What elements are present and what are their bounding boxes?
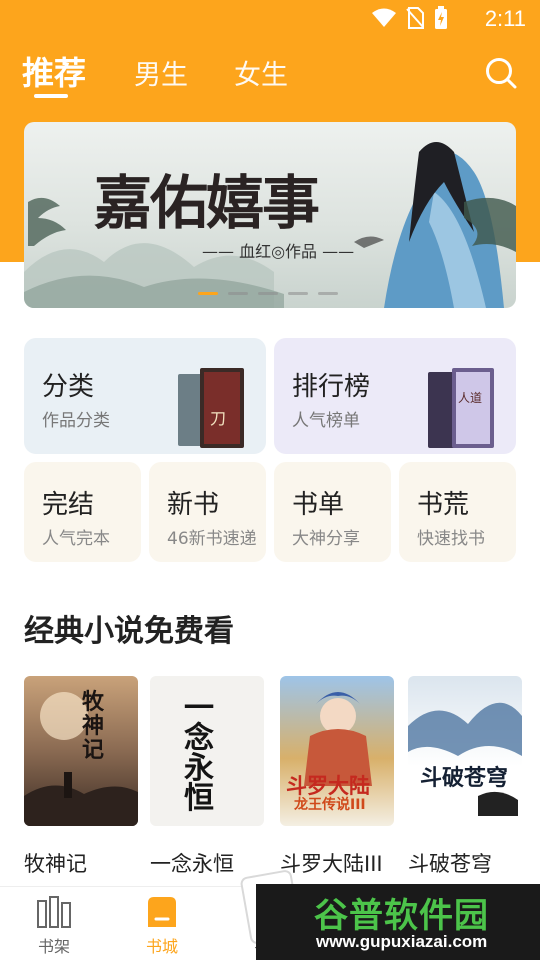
category-card[interactable]: 分类 作品分类 刀 <box>24 338 266 454</box>
completed-card[interactable]: 完结 人气完本 <box>24 462 141 562</box>
book-item[interactable]: 斗破苍穹 斗破苍穹 <box>408 676 522 878</box>
book-item[interactable]: 牧神记 牧神记 <box>24 676 138 878</box>
watermark-title: 谷普软件园 <box>314 896 489 936</box>
book-cover: 斗罗大陆 龙王传说III <box>280 676 394 826</box>
book-cover-title: 牧神记 <box>82 689 105 763</box>
book-item[interactable]: 一念永恒 一念永恒 <box>150 676 264 878</box>
book-cover-title: 一念永恒 <box>184 691 214 816</box>
svg-text:刀: 刀 <box>210 409 226 428</box>
nav-label: 书架 <box>37 937 70 956</box>
nav-bookshelf[interactable]: 书架 <box>14 887 94 960</box>
book-cover: 斗破苍穹 <box>408 676 522 826</box>
bookshelf-icon <box>37 896 71 928</box>
book-title: 牧神记 <box>24 852 87 876</box>
ranking-card-subtitle: 人气榜单 <box>292 411 360 431</box>
bookstore-icon <box>148 897 176 927</box>
search-icon <box>486 58 517 89</box>
pagination-dot[interactable] <box>318 292 338 295</box>
completed-card-subtitle: 人气完本 <box>42 529 110 549</box>
watermark-banner: 谷普软件园 www.gupuxiazai.com <box>256 884 540 960</box>
book-stack-icon: 刀 <box>178 368 244 448</box>
new-books-card-title: 新书 <box>167 490 220 520</box>
wifi-icon <box>372 8 396 27</box>
new-books-card[interactable]: 新书 46新书速递 <box>149 462 266 562</box>
new-books-card-subtitle: 46新书速递 <box>167 529 257 549</box>
book-cover-subtitle: 龙王传说III <box>294 797 366 813</box>
book-cover: 一念永恒 <box>150 676 264 826</box>
book-item[interactable]: 斗罗大陆 龙王传说III 斗罗大陆III <box>280 676 394 878</box>
nav-label: 书城 <box>145 937 178 956</box>
banner-pagination <box>198 292 338 295</box>
booklist-card-subtitle: 大神分享 <box>292 529 360 549</box>
nav-bookstore[interactable]: 书城 <box>122 887 202 960</box>
site-watermark: 谷普软件园 www.gupuxiazai.com <box>240 858 540 960</box>
status-bar: 2:11 <box>0 0 540 36</box>
section-title: 经典小说免费看 <box>24 614 234 649</box>
find-books-card[interactable]: 书荒 快速找书 <box>399 462 516 562</box>
booklist-card-title: 书单 <box>292 490 345 520</box>
tab-recommend[interactable]: 推荐 <box>22 48 86 94</box>
no-sim-icon <box>406 7 424 29</box>
status-icons <box>372 6 448 30</box>
promo-banner[interactable]: 嘉佑嬉事 —— 血红◎作品 —— <box>24 122 516 308</box>
battery-charging-icon <box>435 6 447 29</box>
find-books-card-title: 书荒 <box>417 490 470 520</box>
active-tab-indicator <box>34 94 68 98</box>
book-cover-title: 斗破苍穹 <box>420 765 509 791</box>
pagination-dot[interactable] <box>258 292 278 295</box>
tab-male[interactable]: 男生 <box>134 53 188 92</box>
pagination-dot[interactable] <box>228 292 248 295</box>
category-card-title: 分类 <box>42 372 95 402</box>
booklist-card[interactable]: 书单 大神分享 <box>274 462 391 562</box>
ranking-card-title: 排行榜 <box>292 372 371 402</box>
completed-card-title: 完结 <box>42 490 95 520</box>
pagination-dot[interactable] <box>288 292 308 295</box>
tab-female[interactable]: 女生 <box>234 53 288 92</box>
banner-title: 嘉佑嬉事 <box>94 169 320 237</box>
watermark-url: www.gupuxiazai.com <box>316 932 488 951</box>
book-cover: 牧神记 <box>24 676 138 826</box>
book-stack-icon: 人道 <box>428 368 494 448</box>
find-books-card-subtitle: 快速找书 <box>417 529 485 549</box>
status-time: 2:11 <box>484 6 526 31</box>
category-card-subtitle: 作品分类 <box>42 411 110 431</box>
ranking-card[interactable]: 排行榜 人气榜单 人道 <box>274 338 516 454</box>
svg-text:人道: 人道 <box>458 391 482 405</box>
pagination-dot-active[interactable] <box>198 292 218 295</box>
banner-author: —— 血红◎作品 —— <box>202 242 355 261</box>
search-button[interactable] <box>484 56 518 90</box>
